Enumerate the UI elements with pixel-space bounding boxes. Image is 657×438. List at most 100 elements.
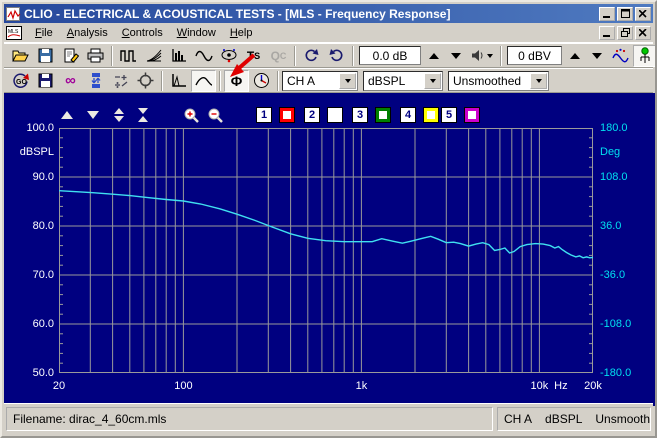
print-button[interactable] [83, 45, 108, 67]
x-axis-tick: 100 [174, 380, 192, 392]
curve-2-color-swatch[interactable] [327, 107, 343, 123]
smoothing-select-value: Unsmoothed [449, 74, 530, 88]
zoom-in-button[interactable] [180, 106, 202, 124]
wow-flutter-analysis-button[interactable] [216, 45, 241, 67]
y-axis-tick-left: 70.0 [33, 269, 54, 281]
doc-restore-button[interactable] [617, 26, 633, 40]
shift-up-button[interactable] [56, 106, 78, 124]
export-button[interactable] [58, 45, 83, 67]
curve-1-button[interactable]: 1 [256, 107, 272, 123]
go-button[interactable]: GO [8, 70, 33, 92]
status-field: CH A [504, 412, 532, 426]
minimize-button[interactable] [599, 7, 615, 21]
compress-scale-button[interactable] [132, 106, 154, 124]
phase-button[interactable]: Φ [224, 70, 249, 92]
status-field: Unsmoothed [595, 412, 651, 426]
chevron-down-icon[interactable] [424, 73, 441, 89]
qc-button[interactable]: QC [266, 45, 291, 67]
y-axis-unit-right: Deg [600, 146, 620, 158]
input-monitor-button[interactable] [633, 45, 657, 67]
curve-3-color-swatch[interactable] [375, 107, 391, 123]
autorepeat-a-button[interactable] [299, 45, 324, 67]
svg-text:MLS: MLS [8, 29, 19, 35]
doc-close-button[interactable] [635, 26, 651, 40]
unit-select[interactable]: dBSPL [363, 71, 443, 91]
close-button[interactable] [635, 7, 651, 21]
chevron-down-icon[interactable] [530, 73, 547, 89]
generator-button[interactable] [608, 45, 633, 67]
rta-analysis-button[interactable] [166, 45, 191, 67]
y-axis-tick-left: 100.0 [26, 122, 54, 134]
curve-1-color-swatch[interactable] [279, 107, 295, 123]
expand-scale-button[interactable] [108, 106, 130, 124]
y-axis-tick-right: -108.0 [600, 318, 631, 330]
frequency-domain-view-button[interactable] [191, 70, 216, 92]
autorepeat-b-button[interactable] [324, 45, 349, 67]
menu-item-analysis[interactable]: Analysis [60, 25, 115, 41]
menu-item-controls[interactable]: Controls [115, 25, 170, 41]
menu-item-help[interactable]: Help [223, 25, 260, 41]
channel-select-value: CH A [283, 74, 339, 88]
smoothing-select[interactable]: Unsmoothed [448, 71, 549, 91]
curve-3-button[interactable]: 3 [352, 107, 368, 123]
toolbar-separator [161, 71, 163, 91]
window-title: CLIO - ELECTRICAL & ACOUSTICAL TESTS - [… [24, 7, 599, 21]
channel-select[interactable]: CH A [282, 71, 358, 91]
y-axis-tick-right: -180.0 [600, 367, 631, 379]
math-operations-button[interactable] [108, 70, 133, 92]
status-bar: Filename: dirac_4_60cm.mls CH AdBSPLUnsm… [4, 403, 653, 434]
frequency-response-curve [59, 191, 593, 258]
curve-4-button[interactable]: 4 [400, 107, 416, 123]
store-button[interactable] [33, 70, 58, 92]
output-level-display[interactable]: 0.0 dB [359, 46, 421, 65]
shift-down-button[interactable] [82, 106, 104, 124]
x-axis-tick: 10k [531, 380, 549, 392]
toolbar-separator [111, 46, 113, 66]
y-axis-tick-left: 80.0 [33, 220, 54, 232]
curve-2-button[interactable]: 2 [304, 107, 320, 123]
status-filename: Filename: dirac_4_60cm.mls [6, 407, 493, 431]
main-toolbar: TS QC 0.0 dB 0 dBV mV/Pa [4, 43, 653, 68]
time-domain-view-button[interactable] [166, 70, 191, 92]
sinusoidal-analysis-button[interactable] [191, 45, 216, 67]
save-button[interactable] [33, 45, 58, 67]
menu-item-file[interactable]: File [28, 25, 60, 41]
clio-window: CLIO - ELECTRICAL & ACOUSTICAL TESTS - [… [0, 0, 657, 438]
mls-analysis-button[interactable] [116, 45, 141, 67]
input-sens-up-button[interactable] [564, 46, 586, 66]
unit-select-value: dBSPL [364, 74, 424, 88]
open-button[interactable] [8, 45, 33, 67]
input-sens-down-button[interactable] [586, 46, 608, 66]
chevron-down-icon[interactable] [339, 73, 356, 89]
speaker-output-button[interactable] [467, 46, 497, 66]
input-sensitivity-display[interactable]: 0 dBV [507, 46, 562, 65]
toolbar-separator [277, 71, 279, 91]
x-axis-tick: 20 [53, 380, 65, 392]
settings-button[interactable] [133, 70, 158, 92]
toolbar-separator [352, 46, 354, 66]
ts-parameters-button[interactable]: TS [241, 45, 266, 67]
x-axis-tick: 1k [356, 380, 368, 392]
curve-4-color-swatch[interactable] [423, 107, 439, 123]
curve-5-color-swatch[interactable] [464, 107, 480, 123]
delay-clock-button[interactable] [249, 70, 274, 92]
y-axis-tick-right: -36.0 [600, 269, 625, 281]
output-level-down-button[interactable] [445, 46, 467, 66]
y-axis-tick-left: 50.0 [33, 367, 54, 379]
menu-item-window[interactable]: Window [170, 25, 223, 41]
output-level-up-button[interactable] [423, 46, 445, 66]
plot-area[interactable] [59, 128, 593, 376]
toolbar-separator [500, 46, 502, 66]
swap-channels-button[interactable] [83, 70, 108, 92]
menu-bar: MLS FileAnalysisControlsWindowHelp [4, 23, 653, 43]
maximize-button[interactable] [617, 7, 633, 21]
toolbar-separator [294, 46, 296, 66]
y-axis-tick-left: 90.0 [33, 171, 54, 183]
waterfall-analysis-button[interactable] [141, 45, 166, 67]
y-axis-tick-right: 36.0 [600, 220, 621, 232]
y-axis-tick-right: 180.0 [600, 122, 628, 134]
zoom-out-button[interactable] [204, 106, 226, 124]
curve-5-button[interactable]: 5 [441, 107, 457, 123]
loop-button[interactable]: ∞ [58, 70, 83, 92]
doc-minimize-button[interactable] [599, 26, 615, 40]
